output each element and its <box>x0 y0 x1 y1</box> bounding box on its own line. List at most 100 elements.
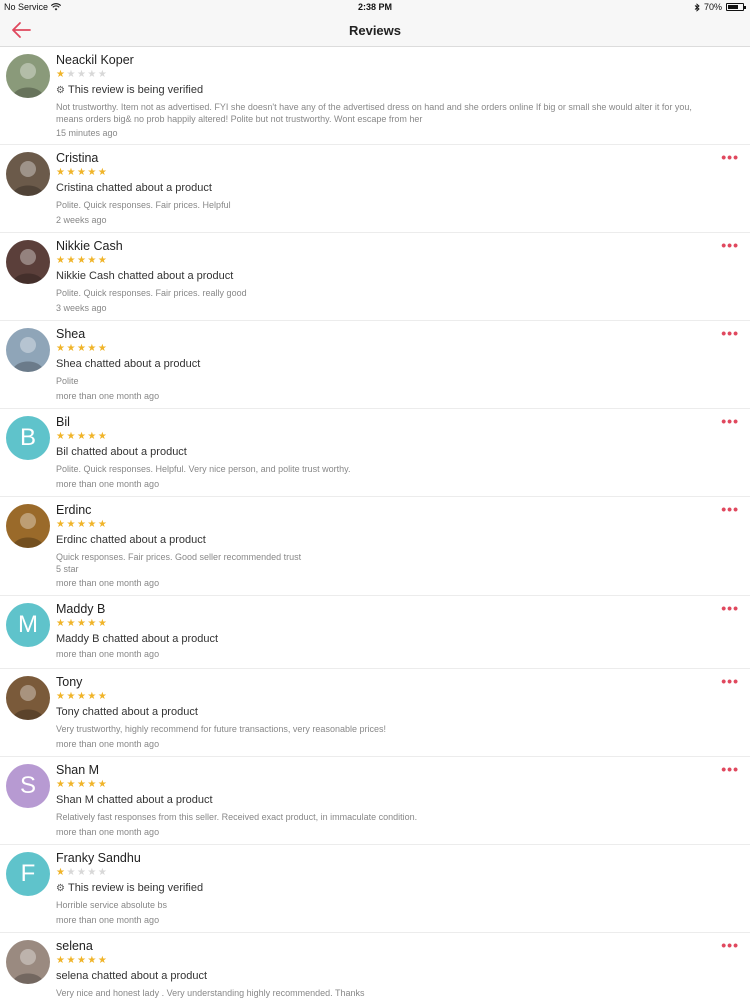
battery-icon <box>726 3 746 11</box>
reviewer-name[interactable]: Cristina <box>56 150 720 166</box>
reviewer-avatar[interactable]: M <box>6 603 50 647</box>
more-options-icon[interactable]: ••• <box>721 502 739 516</box>
review-item: B Bil ★★★★★ Bil chatted about a product Poli… <box>0 409 750 497</box>
star-icon: ★ <box>66 431 77 442</box>
more-options-icon[interactable]: ••• <box>721 238 739 252</box>
reviewer-name[interactable]: selena <box>56 938 720 954</box>
review-comment: Quick responses. Fair prices. Good selle… <box>56 552 302 574</box>
review-subtitle-text: Tony chatted about a product <box>56 706 198 718</box>
star-icon: ★ <box>56 255 67 266</box>
reviewer-name[interactable]: Neackil Koper <box>56 52 720 68</box>
reviewer-name[interactable]: Shea <box>56 326 720 342</box>
reviewer-avatar[interactable] <box>6 54 50 98</box>
more-options-icon[interactable]: ••• <box>721 150 739 164</box>
review-item: Shea ★★★★★ Shea chatted about a product Pol… <box>0 321 750 409</box>
star-icon: ★ <box>97 431 109 442</box>
star-icon: ★ <box>87 343 98 354</box>
review-comment: Polite. Quick responses. Helpful. Very n… <box>56 464 351 474</box>
reviewer-avatar[interactable] <box>6 940 50 984</box>
star-icon: ★ <box>87 519 98 530</box>
star-icon: ★ <box>97 69 109 80</box>
more-options-icon[interactable]: ••• <box>721 326 739 340</box>
more-options-icon[interactable]: ••• <box>721 674 739 688</box>
star-icon: ★ <box>87 167 98 178</box>
review-subtitle: Maddy B chatted about a product <box>56 632 720 646</box>
reviewer-name[interactable]: Shan M <box>56 762 720 778</box>
review-timestamp: 3 weeks ago <box>56 302 107 313</box>
review-timestamp: more than one month ago <box>56 390 160 401</box>
more-options-icon[interactable]: ••• <box>721 762 739 776</box>
more-options-icon[interactable]: ••• <box>721 601 739 615</box>
reviewer-avatar[interactable] <box>6 152 50 196</box>
review-timestamp: more than one month ago <box>56 578 160 588</box>
star-icon: ★ <box>97 519 109 530</box>
star-icon: ★ <box>87 691 98 702</box>
star-icon: ★ <box>76 867 88 878</box>
review-timestamp: 15 minutes ago <box>56 128 118 138</box>
status-bar: No Service 2:38 PM 70% <box>0 0 750 14</box>
star-icon: ★ <box>76 519 88 530</box>
avatar-initial: M <box>18 611 38 638</box>
reviewer-avatar[interactable]: S <box>6 764 50 808</box>
avatar-photo-icon <box>12 685 44 720</box>
star-icon: ★ <box>56 867 67 878</box>
star-icon: ★ <box>97 779 109 790</box>
avatar-photo-icon <box>12 513 44 548</box>
review-comment: Polite <box>56 376 79 386</box>
star-icon: ★ <box>66 955 77 966</box>
star-icon: ★ <box>76 167 88 178</box>
star-icon: ★ <box>87 955 98 966</box>
reviewer-name[interactable]: Bil <box>56 414 720 430</box>
star-rating: ★★★★★ <box>56 778 720 791</box>
reviewer-name[interactable]: Maddy B <box>56 601 720 617</box>
review-comment: Relatively fast responses from this sell… <box>56 812 418 822</box>
review-subtitle: Bil chatted about a product <box>56 445 720 459</box>
review-comment: Polite. Quick responses. Fair prices. re… <box>56 288 247 298</box>
review-subtitle: ⚙ This review is being verified <box>56 881 720 895</box>
reviewer-avatar[interactable] <box>6 676 50 720</box>
review-subtitle-text: Shea chatted about a product <box>56 358 201 370</box>
more-options-icon[interactable]: ••• <box>721 414 739 428</box>
reviewer-avatar[interactable] <box>6 240 50 284</box>
avatar-initial: F <box>20 860 36 887</box>
reviewer-name[interactable]: Nikkie Cash <box>56 238 720 254</box>
reviewer-avatar[interactable] <box>6 328 50 372</box>
page-title: Reviews <box>348 23 402 38</box>
review-content: Neackil Koper ★★★★★ ⚙ This review is being … <box>56 52 720 139</box>
review-content: Nikkie Cash ★★★★★ Nikkie Cash chatted abou… <box>56 238 720 314</box>
star-rating: ★★★★★ <box>56 690 720 703</box>
star-icon: ★ <box>87 867 98 878</box>
reviewer-avatar[interactable]: B <box>6 416 50 460</box>
reviewer-avatar[interactable] <box>6 504 50 548</box>
review-item: M Maddy B ★★★★★ Maddy B chatted about a pro… <box>0 596 750 669</box>
star-icon: ★ <box>56 167 67 178</box>
review-subtitle-text: Cristina chatted about a product <box>56 182 212 194</box>
star-icon: ★ <box>76 69 88 80</box>
reviewer-name[interactable]: Franky Sandhu <box>56 850 720 866</box>
star-icon: ★ <box>56 431 67 442</box>
review-comment: Polite. Quick responses. Fair prices. He… <box>56 200 231 210</box>
reviewer-name[interactable]: Tony <box>56 674 720 690</box>
reviewer-name[interactable]: Erdinc <box>56 502 720 518</box>
status-time: 2:38 PM <box>357 2 392 12</box>
review-item: selena ★★★★★ selena chatted about a produc… <box>0 933 750 1000</box>
star-rating: ★★★★★ <box>56 342 720 355</box>
avatar-photo-icon <box>12 63 44 98</box>
avatar-initial: B <box>19 424 36 451</box>
review-content: Maddy B ★★★★★ Maddy B chatted about a prod… <box>56 601 720 660</box>
avatar-photo-icon <box>12 337 44 372</box>
review-content: Cristina ★★★★★ Cristina chatted about a pr… <box>56 150 720 226</box>
battery-fill <box>728 5 738 9</box>
review-item: Erdinc ★★★★★ Erdinc chatted about a produc… <box>0 497 750 596</box>
review-item: Tony ★★★★★ Tony chatted about a product Ver… <box>0 669 750 757</box>
reviewer-avatar[interactable]: F <box>6 852 50 896</box>
review-subtitle: Shan M chatted about a product <box>56 793 720 807</box>
star-icon: ★ <box>66 519 77 530</box>
more-options-icon[interactable]: ••• <box>721 938 739 952</box>
star-icon: ★ <box>56 691 67 702</box>
star-icon: ★ <box>66 691 77 702</box>
star-icon: ★ <box>66 255 77 266</box>
review-item: S Shan M ★★★★★ Shan M chatted about a produ… <box>0 757 750 845</box>
review-subtitle-text: This review is being verified <box>67 84 204 96</box>
review-timestamp: more than one month ago <box>56 914 160 925</box>
